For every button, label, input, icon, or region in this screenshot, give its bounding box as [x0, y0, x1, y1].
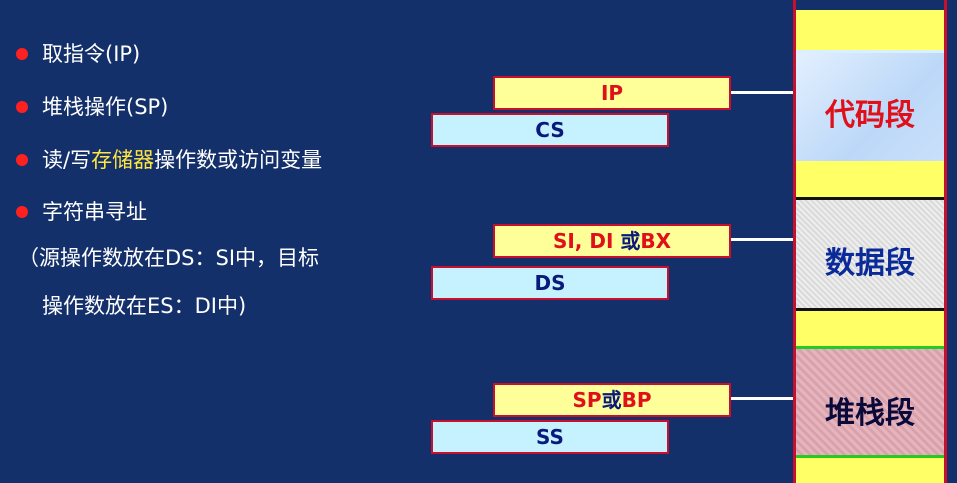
memory-column: 代码段 数据段 堆栈段 [793, 0, 947, 483]
memory-gap-band [796, 458, 944, 483]
register-bp-label: BP [621, 388, 652, 412]
register-ds: DS [431, 266, 669, 300]
data-segment-label: 数据段 [825, 246, 915, 281]
memory-gap-band [796, 311, 944, 346]
bullet-dot-icon [16, 101, 28, 113]
bullet-text: 字符串寻址 [42, 200, 147, 224]
register-si-di-bx: SI, DI 或BX [493, 224, 731, 258]
register-ss-label: SS [536, 425, 564, 449]
connector-code [731, 91, 793, 94]
bullet-dot-icon [16, 154, 28, 166]
register-bx-label: BX [640, 229, 672, 253]
bullet-text: 读/写存储器操作数或访问变量 [42, 146, 322, 174]
register-or-label: 或 [613, 229, 641, 253]
connector-data [731, 238, 793, 241]
bullet-text: 堆栈操作(SP) [42, 95, 169, 119]
register-sp-bp: SP或BP [493, 383, 731, 417]
connector-stack [731, 397, 793, 400]
memory-gap-band [796, 10, 944, 50]
bullet-dot-icon [16, 48, 28, 60]
bullet-text-post: 操作数或访问变量 [154, 148, 323, 172]
register-sp-label: SP [572, 388, 602, 412]
register-or-label: 或 [601, 388, 622, 412]
register-ss: SS [431, 420, 669, 454]
bullet-dot-icon [16, 206, 28, 218]
stack-segment-label: 堆栈段 [825, 396, 915, 431]
bullet-text: 取指令(IP) [42, 42, 141, 66]
register-ds-label: DS [534, 271, 566, 295]
register-cs-label: CS [535, 118, 565, 142]
register-ip-label: IP [600, 81, 624, 105]
note-line-1: （源操作数放在DS：SI中，目标 [18, 246, 320, 270]
note-line-2: 操作数放在ES：DI中) [42, 294, 247, 318]
code-segment-label: 代码段 [825, 98, 915, 133]
register-cs: CS [431, 113, 669, 147]
bullet-text-pre: 读/写 [42, 148, 92, 172]
bullet-text-highlight: 存储器 [91, 148, 155, 172]
register-si-di-label: SI, DI [552, 229, 614, 253]
memory-gap-band [796, 161, 944, 197]
register-ip: IP [493, 76, 731, 110]
